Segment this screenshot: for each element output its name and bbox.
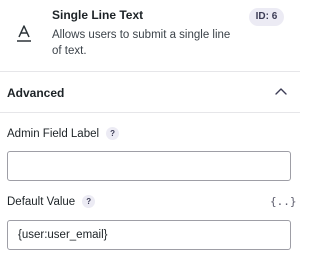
advanced-section-title: Advanced (7, 86, 65, 100)
divider (0, 112, 300, 113)
help-icon[interactable]: ? (106, 127, 120, 140)
admin-field-label-text: Admin Field Label (7, 127, 100, 140)
default-value-text: Default Value (7, 195, 76, 208)
chevron-up-icon[interactable] (274, 86, 288, 96)
help-icon[interactable]: ? (82, 195, 96, 208)
text-type-icon (14, 23, 34, 43)
default-value-label: Default Value ? (7, 195, 96, 208)
field-type-header: Single Line Text Allows users to submit … (0, 0, 300, 70)
field-type-title: Single Line Text (52, 8, 144, 22)
advanced-section-toggle[interactable]: Advanced (0, 72, 300, 112)
admin-field-label-label: Admin Field Label ? (7, 127, 120, 140)
default-value-input[interactable] (7, 220, 291, 250)
merge-tag-icon[interactable]: {..} (270, 195, 297, 209)
field-type-description: Allows users to submit a single line of … (52, 29, 231, 57)
admin-field-label-input[interactable] (7, 151, 291, 181)
field-id-badge: ID: 6 (249, 8, 284, 26)
field-settings-panel: Single Line Text Allows users to submit … (0, 0, 300, 258)
